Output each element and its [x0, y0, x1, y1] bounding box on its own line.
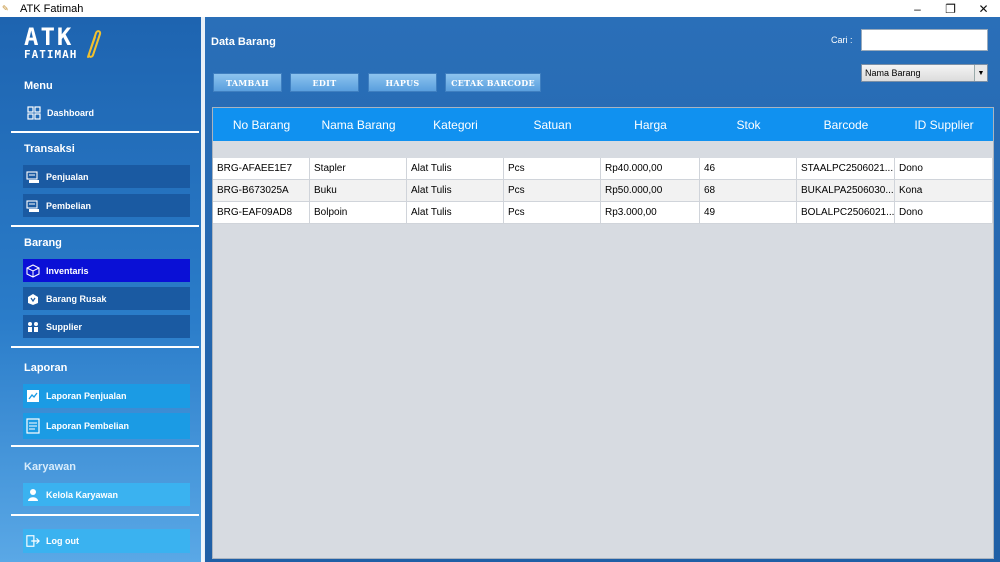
window-title: ATK Fatimah [20, 2, 84, 15]
column-header[interactable]: ID Supplier [895, 108, 993, 141]
broken-box-icon [26, 292, 40, 306]
divider [11, 131, 199, 133]
app-frame: ATK FATIMAH Menu Dashboard Transaksi Pen… [0, 17, 1000, 562]
search-label: Cari : [831, 35, 853, 45]
table-cell: Rp40.000,00 [601, 158, 700, 180]
close-button[interactable]: ✕ [967, 0, 1000, 17]
karyawan-section-title: Karyawan [24, 461, 76, 473]
logo: ATK FATIMAH [24, 25, 114, 69]
divider [11, 445, 199, 447]
sidebar-item-pembelian[interactable]: Pembelian [23, 194, 190, 217]
column-header[interactable]: No Barang [213, 108, 310, 141]
cash-register-icon [26, 170, 40, 184]
table-cell: Alat Tulis [407, 180, 504, 202]
sidebar-item-inventaris[interactable]: Inventaris [23, 259, 190, 282]
table-row[interactable]: BRG-B673025A Buku Alat Tulis Pcs Rp50.00… [213, 180, 993, 202]
table-cell: Buku [310, 180, 407, 202]
divider [11, 225, 199, 227]
document-icon [26, 418, 40, 434]
chevron-down-icon[interactable]: ▼ [974, 65, 987, 81]
column-header[interactable]: Kategori [407, 108, 504, 141]
user-icon [26, 488, 40, 502]
table-row[interactable]: BRG-EAF09AD8 Bolpoin Alat Tulis Pcs Rp3.… [213, 202, 993, 224]
table-cell: Pcs [504, 202, 601, 224]
table-cell: BUKALPA2506030... [797, 180, 895, 202]
search-filter-value: Nama Barang [865, 68, 921, 78]
logout-button[interactable]: Log out [23, 529, 190, 553]
sidebar: ATK FATIMAH Menu Dashboard Transaksi Pen… [0, 17, 204, 562]
table-cell: Bolpoin [310, 202, 407, 224]
sidebar-item-kelola-karyawan[interactable]: Kelola Karyawan [23, 483, 190, 506]
table-cell: Pcs [504, 180, 601, 202]
column-header[interactable]: Harga [601, 108, 700, 141]
column-header[interactable]: Barcode [797, 108, 895, 141]
table-cell: Rp50.000,00 [601, 180, 700, 202]
table-cell: 46 [700, 158, 797, 180]
divider [11, 346, 199, 348]
table-cell: 68 [700, 180, 797, 202]
box-icon [26, 263, 40, 278]
sidebar-item-penjualan[interactable]: Penjualan [23, 165, 190, 188]
search-input[interactable] [861, 29, 988, 51]
restore-button[interactable]: ❐ [934, 0, 967, 17]
dashboard-icon [27, 105, 41, 120]
table-cell: Dono [895, 158, 993, 180]
barang-section-title: Barang [24, 237, 62, 249]
app-icon: ✎ [2, 4, 9, 13]
window-titlebar: ✎ ATK Fatimah – ❐ ✕ [0, 0, 1000, 17]
table-cell: BRG-B673025A [213, 180, 310, 202]
table-cell: Alat Tulis [407, 202, 504, 224]
sidebar-separator [201, 17, 205, 562]
cash-register-icon [26, 199, 40, 213]
sidebar-item-barang-rusak[interactable]: Barang Rusak [23, 287, 190, 310]
window-controls: – ❐ ✕ [901, 0, 1000, 17]
sidebar-item-label: Dashboard [47, 107, 95, 118]
column-header[interactable]: Satuan [504, 108, 601, 141]
sidebar-item-label: Supplier [46, 321, 83, 332]
sidebar-item-label: Laporan Pembelian [46, 421, 130, 431]
sidebar-item-dashboard[interactable]: Dashboard [24, 101, 191, 124]
sidebar-item-label: Barang Rusak [46, 293, 107, 304]
table-cell: Alat Tulis [407, 158, 504, 180]
chart-report-icon [26, 389, 40, 403]
edit-button[interactable]: EDIT [290, 73, 359, 92]
transaksi-section-title: Transaksi [24, 143, 75, 155]
sidebar-item-supplier[interactable]: Supplier [23, 315, 190, 338]
minimize-button[interactable]: – [901, 0, 934, 17]
table-cell: Stapler [310, 158, 407, 180]
data-table[interactable]: No Barang Nama Barang Kategori Satuan Ha… [212, 107, 994, 559]
sidebar-item-label: Inventaris [46, 265, 89, 276]
sidebar-item-laporan-pembelian[interactable]: Laporan Pembelian [23, 413, 190, 439]
cetak-barcode-button[interactable]: CETAK BARCODE [445, 73, 541, 92]
laporan-section-title: Laporan [24, 362, 68, 374]
table-cell: BOLALPC2506021... [797, 202, 895, 224]
table-cell: Rp3.000,00 [601, 202, 700, 224]
table-header: No Barang Nama Barang Kategori Satuan Ha… [213, 108, 993, 141]
search-filter-select[interactable]: Nama Barang ▼ [861, 64, 988, 82]
logout-icon [26, 534, 40, 548]
sidebar-item-label: Laporan Penjualan [46, 391, 127, 401]
logout-label: Log out [46, 536, 79, 546]
paperclip-icon [87, 30, 102, 58]
table-cell: Kona [895, 180, 993, 202]
people-icon [26, 320, 40, 334]
sidebar-item-laporan-penjualan[interactable]: Laporan Penjualan [23, 384, 190, 408]
table-cell: 49 [700, 202, 797, 224]
divider [11, 514, 199, 516]
table-cell: BRG-EAF09AD8 [213, 202, 310, 224]
hapus-button[interactable]: HAPUS [368, 73, 437, 92]
table-cell: BRG-AFAEE1E7 [213, 158, 310, 180]
sidebar-item-label: Kelola Karyawan [46, 489, 119, 500]
column-header[interactable]: Stok [700, 108, 797, 141]
table-cell: STAALPC2506021... [797, 158, 895, 180]
page-title: Data Barang [211, 36, 276, 48]
menu-section-title: Menu [24, 80, 53, 92]
table-cell: Dono [895, 202, 993, 224]
table-cell: Pcs [504, 158, 601, 180]
sidebar-item-label: Pembelian [46, 200, 92, 211]
tambah-button[interactable]: TAMBAH [213, 73, 282, 92]
sidebar-item-label: Penjualan [46, 171, 89, 182]
column-header[interactable]: Nama Barang [310, 108, 407, 141]
table-row[interactable]: BRG-AFAEE1E7 Stapler Alat Tulis Pcs Rp40… [213, 158, 993, 180]
